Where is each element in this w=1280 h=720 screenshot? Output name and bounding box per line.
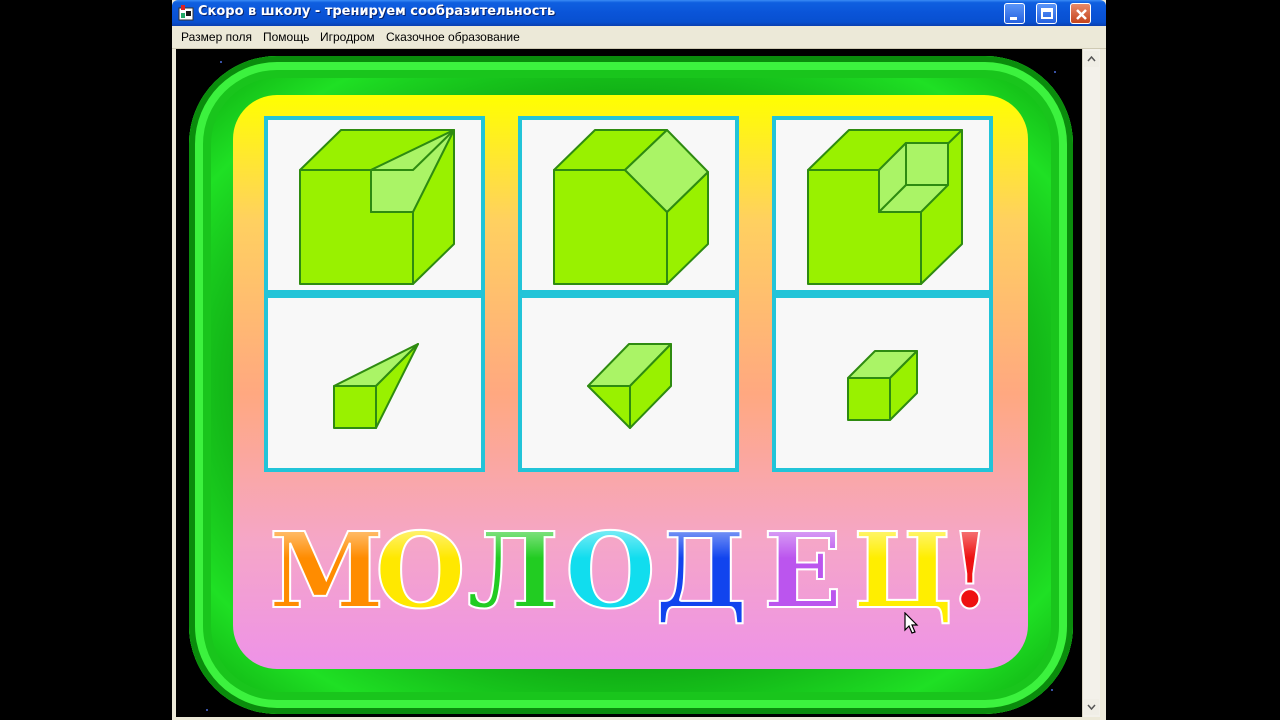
- wedge-piece-icon: [333, 343, 419, 429]
- star-decoration: [206, 709, 208, 711]
- scroll-up-button[interactable]: [1084, 51, 1099, 67]
- star-decoration: [1054, 71, 1056, 73]
- menu-help[interactable]: Помощь: [263, 30, 309, 44]
- game-viewport: М М О О Л Л О О Д Д Е Е Ц Ц!!: [176, 49, 1082, 717]
- message-letter-gloss: Л: [467, 509, 559, 632]
- cube-with-wedge-cut-icon: [299, 129, 455, 285]
- message-letter-gloss: О: [375, 509, 466, 632]
- message-letter-gloss: !: [947, 509, 993, 632]
- maximize-button[interactable]: [1036, 3, 1057, 24]
- minimize-icon: [1010, 17, 1017, 20]
- corner-piece-icon: [587, 343, 672, 429]
- cube-with-box-cut-icon: [807, 129, 963, 285]
- message-letter-gloss: М: [269, 509, 384, 632]
- star-decoration: [1051, 689, 1053, 691]
- vertical-scrollbar[interactable]: [1082, 49, 1100, 717]
- message-letter-gloss: Д: [655, 509, 747, 632]
- arrow-down-icon: [1087, 704, 1096, 711]
- app-icon: [178, 5, 194, 21]
- message-letter-gloss: О: [565, 509, 656, 632]
- tile-box-piece[interactable]: [772, 294, 993, 472]
- arrow-up-icon: [1087, 55, 1096, 62]
- game-board: М М О О Л Л О О Д Д Е Е Ц Ц!!: [233, 95, 1028, 669]
- menu-igrodrom[interactable]: Игродром: [320, 30, 375, 44]
- box-piece-icon: [847, 350, 918, 421]
- menu-field-size[interactable]: Размер поля: [181, 30, 252, 44]
- menu-bar: Размер поля Помощь Игродром Сказочное об…: [172, 26, 1106, 49]
- tile-corner-piece[interactable]: [518, 294, 739, 472]
- success-word-graphic: ММОО ЛЛ ОО ДД ЕЕ ЦЦ!!: [268, 508, 994, 633]
- mouse-cursor-icon: [904, 612, 919, 634]
- cube-with-corner-cut-icon: [553, 129, 709, 285]
- app-window: Скоро в школу - тренируем сообразительно…: [172, 0, 1106, 720]
- tile-wedge-piece[interactable]: [264, 294, 485, 472]
- minimize-button[interactable]: [1004, 3, 1025, 24]
- tile-cube-corner-cut[interactable]: [518, 116, 739, 294]
- tile-cube-box-cut[interactable]: [772, 116, 993, 294]
- success-message: М М О О Л Л О О Д Д Е Е Ц Ц!!: [263, 508, 1023, 633]
- close-button[interactable]: [1070, 3, 1091, 24]
- tile-cube-wedge-cut[interactable]: [264, 116, 485, 294]
- message-letter-gloss: Е: [763, 509, 842, 632]
- letter-group: ММОО ЛЛ ОО ДД ЕЕ ЦЦ!!: [268, 508, 994, 633]
- close-icon: [1076, 9, 1087, 20]
- menu-fairytale-education[interactable]: Сказочное образование: [386, 30, 520, 44]
- maximize-icon: [1041, 8, 1053, 19]
- scroll-down-button[interactable]: [1084, 699, 1099, 715]
- star-decoration: [220, 61, 222, 63]
- window-title: Скоро в школу - тренируем сообразительно…: [198, 4, 556, 19]
- title-bar[interactable]: Скоро в школу - тренируем сообразительно…: [172, 0, 1106, 26]
